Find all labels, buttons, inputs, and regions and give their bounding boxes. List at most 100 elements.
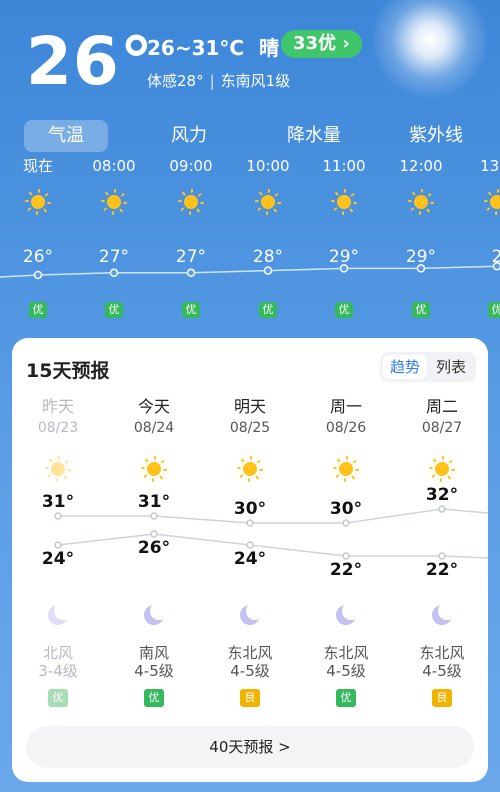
sun-icon <box>45 456 71 482</box>
sun-icon <box>255 189 281 215</box>
hourly-time: 10:00 <box>246 157 290 175</box>
day-aqi-badge: 优 <box>336 689 356 707</box>
day-high-temp: 32° <box>425 485 459 505</box>
day-wind: 东北风 4-5级 <box>394 644 490 680</box>
day-low-temp: 22° <box>425 560 459 580</box>
tab-uv[interactable]: 紫外线 <box>396 120 476 152</box>
tab-precipitation[interactable]: 降水量 <box>274 120 354 152</box>
high-temp-point <box>150 512 158 520</box>
hourly-time: 11:00 <box>322 157 366 175</box>
hourly-time: 13:0 <box>480 157 500 175</box>
sun-icon <box>408 189 434 215</box>
hourly-time: 12:00 <box>399 157 443 175</box>
wind-direction: 东北风 <box>227 644 273 662</box>
day-low-temp: 24° <box>233 549 267 569</box>
day-column[interactable]: 周一 08/26 <box>298 396 394 482</box>
hourly-column: 13:0 <box>467 155 500 215</box>
weather-condition: 晴 <box>259 36 280 60</box>
sun-icon <box>178 189 204 215</box>
sun-icon <box>237 456 263 482</box>
hourly-aqi-badge: 优 <box>29 302 47 318</box>
hourly-temp-point <box>263 266 273 275</box>
hourly-column: 现在 <box>8 155 68 215</box>
day-aqi-badge: 良 <box>432 689 452 707</box>
sun-icon <box>141 456 167 482</box>
hourly-temp-point <box>33 270 43 280</box>
current-wind: 东南风1级 <box>220 72 291 90</box>
wind-direction: 东北风 <box>419 644 465 662</box>
sun-icon <box>101 189 127 215</box>
feels-like-wind: 体感28° | 东南风1级 <box>147 70 290 91</box>
wind-level: 3-4级 <box>38 662 78 680</box>
moon-icon <box>141 602 168 628</box>
moon-icon <box>237 602 264 628</box>
metric-tabs: 气温 风力 降水量 紫外线 <box>24 120 484 152</box>
day-name: 周一 <box>329 397 362 416</box>
hourly-aqi-badge: 优 <box>335 302 353 318</box>
current-temperature: 26° <box>26 23 154 100</box>
day-column[interactable]: 今天 08/24 <box>106 396 202 482</box>
hourly-temp-point <box>186 268 196 278</box>
hourly-temperature: 2 <box>491 247 500 267</box>
wind-level: 4-5级 <box>230 662 270 680</box>
hourly-aqi-badge: 优 <box>105 302 123 318</box>
day-date: 08/23 <box>37 420 79 436</box>
low-temp-point <box>246 541 254 549</box>
day-date: 08/27 <box>421 420 463 436</box>
hourly-aqi-badge: 优 <box>488 302 500 318</box>
hourly-temperature: 27° <box>175 247 207 267</box>
high-temp-point <box>438 505 446 513</box>
wind-direction: 东北风 <box>323 644 369 662</box>
moon-icon <box>333 602 360 628</box>
hourly-time: 09:00 <box>169 157 213 175</box>
hourly-temperature: 27° <box>98 247 130 267</box>
sun-icon <box>25 189 51 215</box>
temperature-range: 26~31°C <box>147 36 245 60</box>
tab-temperature[interactable]: 气温 <box>24 120 108 152</box>
day-column[interactable]: 周二 08/27 <box>394 396 490 482</box>
day-column[interactable]: 明天 08/25 <box>202 396 298 482</box>
hourly-forecast[interactable]: 现在 26° 优 08:00 27° 优 09:00 27° 优 10:00 28° 优 11:00 29… <box>0 155 500 325</box>
day-high-temp: 31° <box>41 492 75 512</box>
day-wind: 北风 3-4级 <box>10 644 106 680</box>
day-aqi-badge: 优 <box>144 689 164 707</box>
hourly-time: 08:00 <box>92 157 136 175</box>
low-temp-point <box>150 530 158 538</box>
high-temp-point <box>342 519 350 527</box>
hourly-column: 08:00 <box>84 155 144 215</box>
hourly-aqi-badge: 优 <box>259 302 277 318</box>
sun-icon <box>333 456 359 482</box>
wind-level: 4-5级 <box>134 662 174 680</box>
day-wind: 东北风 4-5级 <box>202 644 298 680</box>
low-temp-point <box>342 552 350 560</box>
low-temp-point <box>438 552 446 560</box>
moon-icon <box>429 602 456 628</box>
sun-icon <box>429 456 455 482</box>
wind-level: 4-5级 <box>326 662 366 680</box>
day-high-temp: 30° <box>329 499 363 519</box>
forecast-40-day-button[interactable]: 40天预报 > <box>26 726 474 768</box>
day-date: 08/25 <box>229 420 271 436</box>
aqi-button[interactable]: 33优 › <box>281 30 362 58</box>
low-temp-point <box>54 541 62 549</box>
hourly-temperature: 28° <box>252 247 284 267</box>
aqi-label: 33优 <box>293 33 337 54</box>
feels-like: 体感28° <box>147 72 204 90</box>
day-wind: 南风 4-5级 <box>106 644 202 680</box>
hourly-time: 现在 <box>22 157 53 175</box>
high-temp-point <box>54 512 62 520</box>
hourly-column: 11:00 <box>314 155 374 215</box>
day-column[interactable]: 昨天 08/23 <box>10 396 106 482</box>
high-temp-point <box>246 519 254 527</box>
day-high-temp: 30° <box>233 499 267 519</box>
day-name: 今天 <box>137 397 170 416</box>
temperature-range-condition: 26~31°C 晴 <box>147 32 279 61</box>
day-low-temp: 26° <box>137 538 171 558</box>
sun-icon <box>331 189 357 215</box>
tab-wind[interactable]: 风力 <box>154 120 224 152</box>
hourly-temp-point <box>109 268 119 278</box>
hourly-temperature: 29° <box>405 247 437 267</box>
wind-direction: 北风 <box>42 644 73 662</box>
hourly-column: 10:00 <box>238 155 298 215</box>
day-date: 08/24 <box>133 420 175 436</box>
